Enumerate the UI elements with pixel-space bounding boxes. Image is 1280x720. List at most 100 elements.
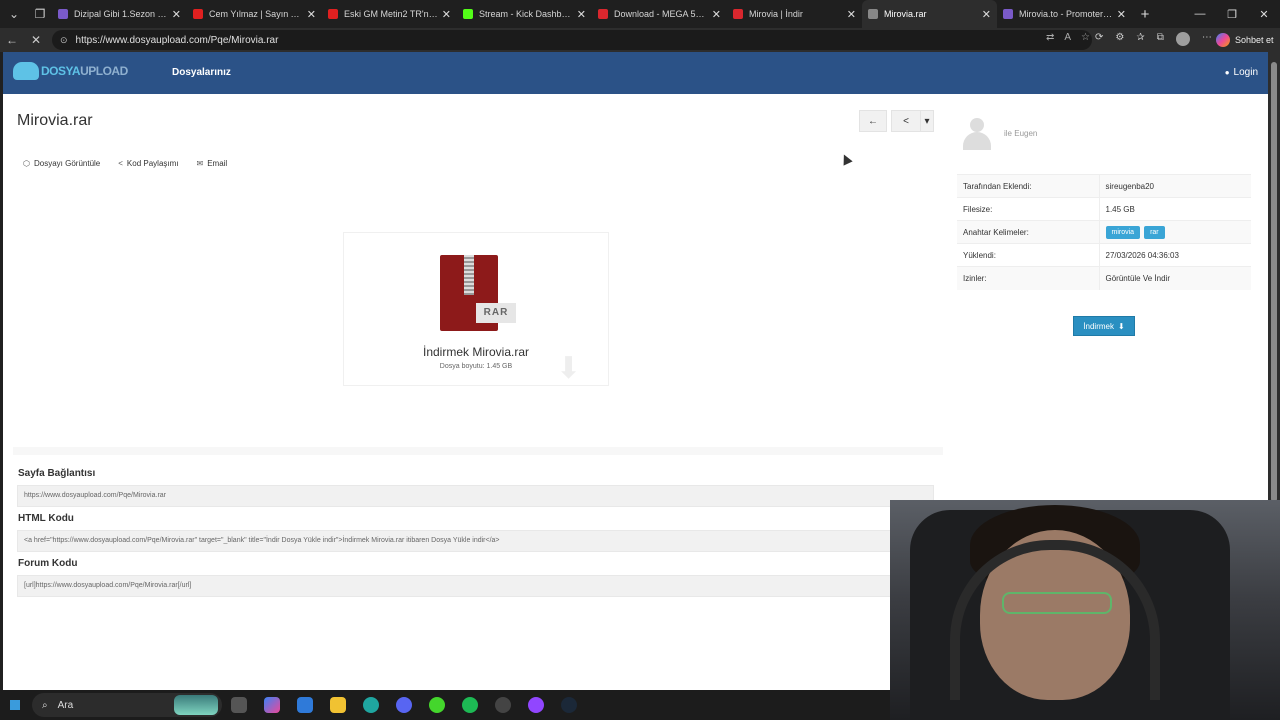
info-value: 27/03/2026 04:36:03 [1099,243,1251,267]
tab-close-icon[interactable]: ✕ [982,8,991,21]
uploader-info: ile Eugen [960,116,1037,150]
site-header: DOSYA UPLOAD Dosyalarınız ● Login [3,52,1268,94]
share-dropdown-button[interactable]: ▾ [920,110,934,132]
zipper-graphic [464,255,474,295]
collections-icon[interactable]: ⧉ [1157,32,1164,46]
toolbar-icons: ⟳ ⚙ ✰ ⧉ ⋯ [1095,32,1212,46]
glasses [1002,592,1112,614]
more-options-icon[interactable]: ⋯ [1202,32,1212,46]
back-icon[interactable]: ← [0,33,24,47]
translate-icon[interactable]: ⇄ [1046,32,1054,43]
edge-browser-icon[interactable] [354,690,387,720]
page-link-field[interactable]: https://www.dosyaupload.com/Pqe/Mirovia.… [17,485,934,507]
tab-close-icon[interactable]: ✕ [1117,8,1126,21]
workspaces-icon[interactable]: ❐ [28,2,52,26]
address-bar-row: ← ✕ ⊙ https://www.dosyaupload.com/Pqe/Mi… [0,28,1280,52]
view-file-label: Dosyayı Görüntüle [33,159,101,168]
steam-icon[interactable] [552,690,585,720]
read-aloud-icon[interactable]: A [1064,32,1071,43]
tab-close-icon[interactable]: ✕ [307,8,316,21]
tab-close-icon[interactable]: ✕ [712,8,721,21]
copilot-button[interactable]: Sohbet et [1216,33,1274,47]
browser-tab[interactable]: Dizipal Gibi 1.Sezon 6.Bölüm ✕ [52,0,187,28]
browser-tab[interactable]: Cem Yılmaz | Sayın Yılmaz, ✕ [187,0,322,28]
email-link[interactable]: ✉ Email [197,159,228,168]
view-file-link[interactable]: ⬡ Dosyayı Görüntüle [23,159,100,168]
restore-icon[interactable]: ❐ [1216,8,1248,21]
file-title: Mirovia.rar [17,112,93,129]
file-action-links: ⬡ Dosyayı Görüntüle < Kod Paylaşımı ✉ Email [23,159,227,168]
stop-loading-icon[interactable]: ✕ [24,33,48,47]
info-value: 1.45 GB [1099,197,1251,221]
browser-tab[interactable]: Mirovia.rar ✕ [862,0,997,28]
browser-tab[interactable]: Eski GM Metin2 TR'nin Büt. ✕ [322,0,457,28]
twitch-icon[interactable] [519,690,552,720]
table-row: Izinler: Görüntüle Ve İndir [957,266,1251,290]
close-window-icon[interactable]: ✕ [1248,8,1280,21]
tab-title: Mirovia | İndir [749,9,803,19]
tab-title: Mirovia.rar [884,9,927,19]
rar-archive-icon: RAR [440,255,516,331]
rar-label: RAR [476,303,516,323]
file-explorer-icon[interactable] [321,690,354,720]
page-link-heading: Sayfa Bağlantısı [18,468,96,479]
razer-icon[interactable] [420,690,453,720]
keyword-tag[interactable]: rar [1144,225,1165,239]
tab-title: Download - MEGA 53% [614,9,708,19]
search-placeholder: Ara [57,699,74,711]
search-icon: ⌕ [42,699,48,711]
tab-favicon-icon [58,9,68,19]
download-button[interactable]: İndirmek ⬇ [1073,316,1135,336]
tab-title: Cem Yılmaz | Sayın Yılmaz, [209,9,303,19]
email-label: Email [207,159,228,168]
share-button[interactable]: < [891,110,921,132]
browser-tab[interactable]: Download - MEGA 53% ✕ [592,0,727,28]
forum-code-heading: Forum Kodu [18,558,78,569]
forum-code-field[interactable]: [url]https://www.dosyaupload.com/Pqe/Mir… [17,575,934,597]
taskbar-search[interactable]: ⌕ Ara [32,693,222,717]
section-divider [13,447,943,455]
html-code-field[interactable]: <a href="https://www.dosyaupload.com/Pqe… [17,530,934,552]
browser-tab[interactable]: Stream - Kick Dashboard ✕ [457,0,592,28]
tab-title: Eski GM Metin2 TR'nin Büt. [344,9,438,19]
start-button[interactable] [0,690,30,720]
user-icon: ● [1224,68,1230,77]
share-icon: < [903,115,909,127]
spotify-icon[interactable] [453,690,486,720]
tab-close-icon[interactable]: ✕ [442,8,451,21]
browser-tab[interactable]: Mirovia.to - Promoter Appl. ✕ [997,0,1132,28]
copilot-taskbar-icon[interactable] [255,690,288,720]
new-tab-button[interactable]: + [1132,6,1158,23]
info-key: Yüklendi: [957,243,1100,267]
url-bar[interactable]: ⊙ https://www.dosyaupload.com/Pqe/Mirovi… [52,30,1092,50]
site-info-icon[interactable]: ⊙ [60,35,68,46]
file-preview-card[interactable]: RAR İndirmek Mirovia.rar Dosya boyutu: 1… [343,232,609,386]
tab-close-icon[interactable]: ✕ [172,8,181,21]
refresh-icon[interactable]: ⟳ [1095,32,1103,46]
code-share-link[interactable]: < Kod Paylaşımı [118,159,178,168]
discord-icon[interactable] [387,690,420,720]
extensions-icon[interactable]: ⚙ [1115,32,1124,46]
keyword-tag[interactable]: mirovia [1105,225,1141,239]
profile-avatar-icon[interactable] [1175,32,1190,46]
info-value: mirovia rar [1099,220,1251,244]
tab-close-icon[interactable]: ✕ [847,8,856,21]
nav-my-files[interactable]: Dosyalarınız [172,67,231,78]
minimize-icon[interactable]: — [1184,8,1216,21]
logo-text-part1: DOSYA [41,64,81,78]
obs-icon[interactable] [486,690,519,720]
tab-actions-icon[interactable]: ⌄ [2,2,26,26]
download-arrow-icon: ⬇ [556,352,582,385]
favorite-star-icon[interactable]: ☆ [1081,32,1090,43]
favorites-icon[interactable]: ✰ [1136,32,1144,46]
login-link[interactable]: ● Login [1225,67,1258,78]
site-logo[interactable]: DOSYA UPLOAD [13,62,128,80]
task-view-icon[interactable] [222,690,255,720]
scrollbar-thumb[interactable] [1271,62,1277,502]
store-icon[interactable] [288,690,321,720]
browser-tab[interactable]: Mirovia | İndir ✕ [727,0,862,28]
uploader-name[interactable]: ile Eugen [1004,129,1037,138]
back-button[interactable]: ← [859,110,887,132]
tab-close-icon[interactable]: ✕ [577,8,586,21]
tab-strip: Dizipal Gibi 1.Sezon 6.Bölüm✕Cem Yılmaz … [52,0,1132,28]
